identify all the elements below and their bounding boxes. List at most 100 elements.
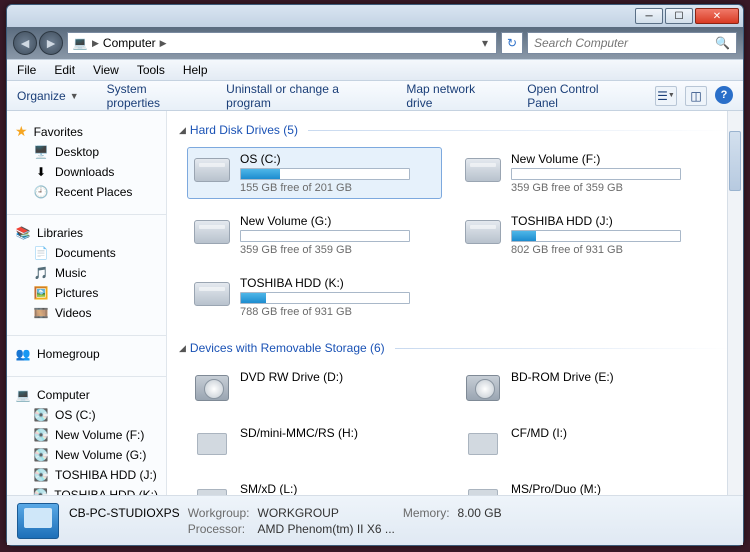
sidebar-item-desktop[interactable]: 🖥️Desktop <box>15 142 158 162</box>
details-workgroup-label: Workgroup: <box>188 506 250 520</box>
uninstall-button[interactable]: Uninstall or change a program <box>226 82 378 110</box>
section-hard-disk-drives[interactable]: ◢Hard Disk Drives (5) <box>179 119 731 141</box>
maximize-button[interactable]: ☐ <box>665 8 693 24</box>
card-reader-icon <box>468 489 498 495</box>
chevron-right-icon: ▶ <box>92 38 99 49</box>
sidebar-item-drive[interactable]: 💽OS (C:) <box>15 405 158 425</box>
removable-item[interactable]: MS/Pro/Duo (M:) <box>458 477 713 495</box>
removable-item[interactable]: CF/MD (I:) <box>458 421 713 467</box>
details-processor-value: AMD Phenom(tm) II X6 ... <box>258 522 395 536</box>
drive-item[interactable]: TOSHIBA HDD (J:)802 GB free of 931 GB <box>458 209 713 261</box>
system-properties-button[interactable]: System properties <box>107 82 199 110</box>
map-drive-button[interactable]: Map network drive <box>406 82 499 110</box>
sidebar-item-drive[interactable]: 💽TOSHIBA HDD (J:) <box>15 465 158 485</box>
hdd-icon <box>192 214 232 250</box>
drive-name: TOSHIBA HDD (K:) <box>240 276 437 290</box>
capacity-bar <box>511 230 681 242</box>
minimize-button[interactable]: ─ <box>635 8 663 24</box>
downloads-icon: ⬇ <box>33 164 49 180</box>
sidebar-item-drive[interactable]: 💽TOSHIBA HDD (K:) <box>15 485 158 495</box>
drive-name: New Volume (G:) <box>240 214 437 228</box>
sidebar-item-documents[interactable]: 📄Documents <box>15 243 158 263</box>
view-options-button[interactable]: ☰▼ <box>655 86 677 106</box>
drive-item[interactable]: OS (C:)155 GB free of 201 GB <box>187 147 442 199</box>
hdd-icon <box>463 214 503 250</box>
sidebar-item-videos[interactable]: 🎞️Videos <box>15 303 158 323</box>
section-removable-storage[interactable]: ◢Devices with Removable Storage (6) <box>179 337 731 359</box>
details-workgroup-value: WORKGROUP <box>258 506 395 520</box>
chevron-right-icon: ▶ <box>160 38 167 49</box>
back-button[interactable]: ◄ <box>13 31 37 55</box>
drive-item[interactable]: New Volume (G:)359 GB free of 359 GB <box>187 209 442 261</box>
menu-help[interactable]: Help <box>183 63 208 77</box>
sidebar: ★Favorites 🖥️Desktop ⬇Downloads 🕘Recent … <box>7 111 167 495</box>
drive-name: OS (C:) <box>240 152 437 166</box>
breadcrumb-computer[interactable]: Computer <box>103 36 156 50</box>
close-button[interactable]: ✕ <box>695 8 739 24</box>
sidebar-item-downloads[interactable]: ⬇Downloads <box>15 162 158 182</box>
sidebar-item-drive[interactable]: 💽New Volume (G:) <box>15 445 158 465</box>
sidebar-favorites[interactable]: ★Favorites <box>15 121 158 142</box>
open-control-panel-button[interactable]: Open Control Panel <box>527 82 627 110</box>
removable-item[interactable]: SM/xD (L:) <box>187 477 442 495</box>
drive-icon: 💽 <box>33 407 49 423</box>
drive-name: TOSHIBA HDD (J:) <box>511 214 708 228</box>
forward-button[interactable]: ► <box>39 31 63 55</box>
computer-icon: 💻 <box>15 387 31 403</box>
libraries-icon: 📚 <box>15 225 31 241</box>
help-button[interactable]: ? <box>715 86 733 104</box>
scrollbar[interactable] <box>727 111 743 495</box>
sidebar-item-pictures[interactable]: 🖼️Pictures <box>15 283 158 303</box>
explorer-window: ─ ☐ ✕ ◄ ► 💻 ▶ Computer ▶ ▾ ↻ 🔍 File Edit… <box>6 4 744 546</box>
videos-icon: 🎞️ <box>33 305 49 321</box>
drive-name: SM/xD (L:) <box>240 482 437 495</box>
refresh-button[interactable]: ↻ <box>501 32 523 54</box>
sidebar-item-recent[interactable]: 🕘Recent Places <box>15 182 158 202</box>
search-input[interactable] <box>534 36 715 50</box>
drive-item[interactable]: New Volume (F:)359 GB free of 359 GB <box>458 147 713 199</box>
menu-view[interactable]: View <box>93 63 119 77</box>
scrollbar-thumb[interactable] <box>729 131 741 191</box>
removable-item[interactable]: SD/mini-MMC/RS (H:) <box>187 421 442 467</box>
optical-drive-icon <box>195 375 229 401</box>
preview-pane-button[interactable]: ◫ <box>685 86 707 106</box>
search-icon: 🔍 <box>715 36 730 50</box>
drive-icon: 💽 <box>33 467 49 483</box>
menu-file[interactable]: File <box>17 63 36 77</box>
sidebar-computer[interactable]: 💻Computer <box>15 385 158 405</box>
sidebar-item-drive[interactable]: 💽New Volume (F:) <box>15 425 158 445</box>
capacity-bar <box>240 230 410 242</box>
drive-name: SD/mini-MMC/RS (H:) <box>240 426 437 440</box>
details-processor-label: Processor: <box>188 522 250 536</box>
drive-item[interactable]: TOSHIBA HDD (K:) 788 GB free of 931 GB <box>187 271 442 323</box>
menu-edit[interactable]: Edit <box>54 63 75 77</box>
computer-large-icon <box>17 503 59 539</box>
address-dropdown[interactable]: ▾ <box>478 36 492 50</box>
capacity-bar <box>240 168 410 180</box>
drive-icon: 💽 <box>33 447 49 463</box>
drive-free: 788 GB free of 931 GB <box>240 306 437 318</box>
collapse-icon: ◢ <box>179 125 186 136</box>
sidebar-homegroup[interactable]: 👥Homegroup <box>15 344 158 364</box>
menu-tools[interactable]: Tools <box>137 63 165 77</box>
sidebar-item-music[interactable]: 🎵Music <box>15 263 158 283</box>
body: ★Favorites 🖥️Desktop ⬇Downloads 🕘Recent … <box>7 111 743 495</box>
nav-row: ◄ ► 💻 ▶ Computer ▶ ▾ ↻ 🔍 <box>7 27 743 59</box>
removable-item[interactable]: DVD RW Drive (D:) <box>187 365 442 411</box>
drive-name: MS/Pro/Duo (M:) <box>511 482 708 495</box>
address-bar[interactable]: 💻 ▶ Computer ▶ ▾ <box>67 32 497 54</box>
hdd-icon <box>192 152 232 188</box>
content-pane: ◢Hard Disk Drives (5) OS (C:)155 GB free… <box>167 111 743 495</box>
removable-item[interactable]: BD-ROM Drive (E:) <box>458 365 713 411</box>
menu-bar: File Edit View Tools Help <box>7 59 743 81</box>
sidebar-libraries[interactable]: 📚Libraries <box>15 223 158 243</box>
organize-button[interactable]: Organize▼ <box>17 89 79 103</box>
hdd-icon <box>192 276 232 312</box>
computer-icon: 💻 <box>72 35 88 51</box>
search-box[interactable]: 🔍 <box>527 32 737 54</box>
card-reader-icon <box>197 489 227 495</box>
music-icon: 🎵 <box>33 265 49 281</box>
capacity-bar <box>240 292 410 304</box>
desktop-icon: 🖥️ <box>33 144 49 160</box>
pictures-icon: 🖼️ <box>33 285 49 301</box>
